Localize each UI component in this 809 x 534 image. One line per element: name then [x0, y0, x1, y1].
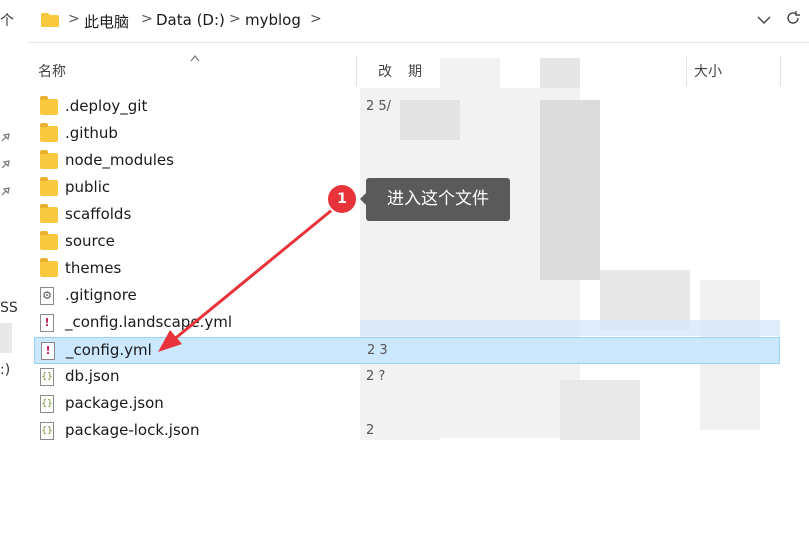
column-size[interactable]: 大小 — [694, 61, 722, 81]
yml-file-icon: ! — [40, 314, 54, 332]
file-name[interactable]: node_modules — [65, 151, 174, 169]
breadcrumb-this-pc[interactable]: 此电脑 — [84, 11, 129, 32]
file-name[interactable]: _config.yml — [66, 341, 152, 359]
json-file-icon: {} — [40, 368, 54, 386]
annotation-callout: 进入这个文件 — [360, 178, 510, 221]
file-name[interactable]: .github — [65, 124, 118, 142]
list-item[interactable]: {} db.json 2 ? — [34, 364, 780, 391]
breadcrumb-separator: > — [310, 11, 322, 27]
folder-icon — [40, 96, 58, 115]
nav-selected-indicator — [0, 323, 12, 353]
pin-icon[interactable] — [0, 155, 10, 169]
column-date-partial-2[interactable]: 期 — [408, 61, 422, 81]
column-date-partial-1[interactable]: 改 — [378, 61, 392, 81]
breadcrumb-drive[interactable]: Data (D:) — [156, 11, 225, 29]
redacted-area — [540, 58, 580, 88]
column-divider[interactable] — [356, 56, 357, 86]
nav-partial-label-2[interactable]: SS — [0, 300, 18, 316]
file-date: 2 3 — [367, 343, 388, 358]
file-name[interactable]: .deploy_git — [65, 97, 147, 115]
yml-file-icon: ! — [41, 342, 55, 360]
address-bar[interactable]: > 此电脑 > Data (D:) > myblog > — [28, 0, 809, 43]
folder-icon — [40, 204, 58, 223]
refresh-icon[interactable] — [785, 10, 801, 30]
list-item[interactable]: {} package-lock.json 2 — [34, 418, 780, 445]
breadcrumb-separator: > — [229, 11, 241, 27]
file-date: 2 5/ — [366, 99, 392, 114]
list-item[interactable]: {} package.json — [34, 391, 780, 418]
column-header: 名称 改 期 大小 — [28, 52, 809, 88]
list-item[interactable]: themes — [34, 256, 780, 283]
json-file-icon: {} — [40, 422, 54, 440]
navigation-pane: 个 SS :) — [0, 0, 28, 534]
pin-icon[interactable] — [0, 182, 10, 196]
file-name[interactable]: themes — [65, 259, 121, 277]
file-name[interactable]: _config.landscape.yml — [65, 313, 232, 331]
folder-icon — [40, 123, 58, 142]
sort-ascending-icon — [190, 52, 200, 65]
list-item[interactable]: ⚙ .gitignore — [34, 283, 780, 310]
nav-partial-label-3[interactable]: :) — [0, 362, 10, 378]
folder-icon — [40, 231, 58, 250]
column-divider[interactable] — [780, 56, 781, 86]
file-name[interactable]: package-lock.json — [65, 421, 199, 439]
list-item[interactable]: ! _config.landscape.yml — [34, 310, 780, 337]
file-name[interactable]: scaffolds — [65, 205, 131, 223]
redacted-area — [440, 58, 500, 88]
folder-icon — [40, 177, 58, 196]
folder-icon — [40, 150, 58, 169]
step-badge: 1 — [328, 185, 356, 213]
breadcrumb-separator: > — [68, 11, 80, 27]
list-item[interactable]: .github — [34, 121, 780, 148]
file-name[interactable]: db.json — [65, 367, 119, 385]
chevron-down-icon[interactable] — [757, 10, 771, 29]
list-item[interactable]: node_modules — [34, 148, 780, 175]
breadcrumb-separator: > — [141, 11, 153, 27]
column-divider[interactable] — [686, 56, 687, 86]
file-name[interactable]: public — [65, 178, 110, 196]
file-date: 2 — [366, 423, 375, 438]
folder-icon — [40, 258, 58, 277]
list-item-selected[interactable]: ! _config.yml 2 3 — [34, 337, 780, 364]
file-name[interactable]: .gitignore — [65, 286, 137, 304]
pin-icon[interactable] — [0, 128, 10, 142]
list-item[interactable]: source — [34, 229, 780, 256]
list-item[interactable]: .deploy_git 2 5/ — [34, 94, 780, 121]
gear-icon: ⚙ — [40, 287, 54, 305]
nav-partial-label-1: 个 — [0, 13, 14, 29]
file-date: 2 ? — [366, 369, 386, 384]
folder-icon — [41, 13, 59, 27]
breadcrumb-myblog[interactable]: myblog — [245, 11, 301, 29]
file-name[interactable]: source — [65, 232, 115, 250]
file-name[interactable]: package.json — [65, 394, 164, 412]
json-file-icon: {} — [40, 395, 54, 413]
column-name[interactable]: 名称 — [38, 61, 66, 81]
